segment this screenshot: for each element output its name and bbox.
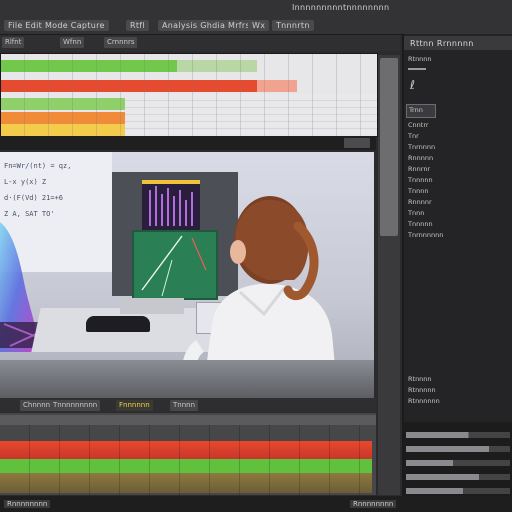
whiteboard-line-1: Fn=Wr/(nt) = qz, [4,162,72,170]
grid-lines [1,54,377,136]
menu-help[interactable]: Tnnnrtn [272,20,314,31]
property-list: Cnntrr Tnr Tnrnnnn Rnnnnn Rnnrnr Tnnnnn … [408,120,508,241]
meter-3 [406,460,510,466]
inspector-header: Rttnn Rrnnnnn [404,36,512,50]
status-left: Rnnnnnnnn [4,500,51,508]
menu-view[interactable]: Rtfl [126,20,149,31]
track-ruler [0,415,376,425]
divider [408,68,426,70]
meter-4 [406,474,510,480]
timeline-button-2[interactable]: Tnnnnnnnnn [50,400,101,411]
timeline-button-4[interactable]: Tnnnn [170,400,199,411]
footer-item[interactable]: Rtnnnnnn [408,396,508,407]
property-item[interactable]: Tnrnnnnnn [408,230,508,241]
timeline-tracks[interactable] [0,413,376,495]
selected-property[interactable]: Trnn [406,104,436,118]
toolbar-button-3[interactable]: Crnnnrs [104,37,138,48]
menu-row: File Edit Mode Capture Rtfl Analysis Ghd… [0,18,400,31]
property-item[interactable]: Tnrnnnn [408,142,508,153]
menu-file[interactable]: File Edit Mode Capture [4,20,109,31]
viewport-header [0,136,376,150]
menu-window[interactable]: Wx [248,20,270,31]
meter-2 [406,446,510,452]
footer-item[interactable]: Rtnnnn [408,374,508,385]
track-grid [0,425,376,495]
top-data-panel [0,53,378,137]
property-item[interactable]: Tnnnnn [408,175,508,186]
timeline-button-3[interactable]: Fnnnnnn [116,400,153,411]
inspector-section-label: Rtnnnn [408,55,432,63]
property-item[interactable]: Rnnnnn [408,153,508,164]
pen-icon: ℓ [410,78,415,92]
inspector-title: Rttnn Rrnnnnn [410,39,474,48]
meter-5 [406,488,510,494]
property-item[interactable]: Tnnnnn [408,219,508,230]
footer-item[interactable]: Rtnnnnn [408,385,508,396]
inspector-panel: Rttnn Rrnnnnn Rtnnnn ℓ Trnn Cnntrr Tnr T… [402,34,512,512]
menu-analysis[interactable]: Analysis Ghdia Mrfrs [158,20,254,31]
property-item[interactable]: Rnnrnr [408,164,508,175]
property-item[interactable]: Cnntrr [408,120,508,131]
menu-bar: Innnnnnnnntnnnnnnnn File Edit Mode Captu… [0,0,512,35]
timeline-toolbar: Chnnnnl Tnnnnnnnnn Fnnnnnn Tnnnn [0,398,376,412]
toolbar-button-2[interactable]: Wfnn [60,37,85,48]
viewport-menu-button[interactable] [344,138,370,148]
viewport[interactable]: Fn=Wr/(nt) = qz, L-x y(x) Z d·(F(Vd) 21=… [0,152,374,398]
whiteboard-line-2: L-x y(x) Z [4,178,47,186]
window-title-row: Innnnnnnnntnnnnnnnn [4,3,389,15]
window-title: Innnnnnnnntnnnnnnnn [292,3,390,12]
property-item[interactable]: Tnr [408,131,508,142]
inspector-footer-list: Rtnnnn Rtnnnnn Rtnnnnnn [408,374,508,407]
secondary-toolbar: Rlfnt Wfnn Crnnnrs [0,35,400,51]
property-item[interactable]: Tnnn [408,208,508,219]
toolbar-button-1[interactable]: Rlfnt [2,37,25,48]
keyboard [86,316,150,332]
whiteboard-line-3: d·(F(Vd) 21=+6 [4,194,64,202]
status-right: Rnnnnnnnn [350,500,397,508]
property-item[interactable]: Tnnnn [408,186,508,197]
selected-property-label: Trnn [409,106,423,114]
scrollbar-thumb[interactable] [380,58,398,236]
property-item[interactable]: Rnnnnr [408,197,508,208]
status-bar: Rnnnnnnnn Rnnnnnnnn [0,496,512,512]
meter-1 [406,432,510,438]
floor [0,360,374,398]
